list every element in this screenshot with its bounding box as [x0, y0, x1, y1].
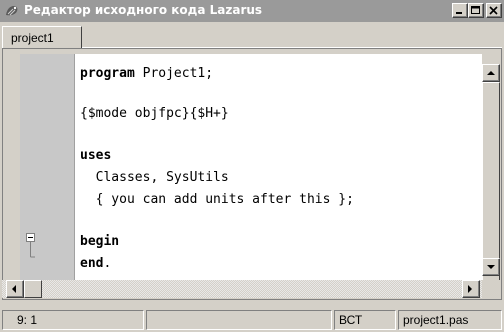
- code-editor[interactable]: program Project1; {$mode objfpc}{$H+} us…: [75, 54, 482, 280]
- minimize-icon: [456, 12, 462, 14]
- code-line-1: program Project1;: [80, 66, 214, 81]
- maximize-icon: [471, 6, 480, 14]
- scroll-right-button[interactable]: [462, 280, 480, 298]
- code-line-10: end.: [80, 256, 112, 271]
- code-line-7: { you can add units after this };: [80, 192, 354, 207]
- tab-strip: project1: [0, 26, 504, 48]
- lazarus-app-icon: [6, 6, 18, 16]
- close-button[interactable]: [486, 3, 502, 18]
- code-line-6: Classes, SysUtils: [80, 170, 229, 185]
- scroll-left-button[interactable]: [6, 280, 24, 298]
- close-icon: [489, 6, 498, 15]
- minimize-button[interactable]: [452, 3, 468, 18]
- arrow-up-icon: [487, 71, 495, 75]
- maximize-button[interactable]: [468, 3, 484, 18]
- title-bar[interactable]: Редактор исходного кода Lazarus: [0, 0, 504, 22]
- horizontal-scrollbar[interactable]: [2, 280, 482, 298]
- scroll-down-button[interactable]: [482, 258, 500, 276]
- scrollbar-corner: [482, 280, 500, 298]
- scroll-up-button[interactable]: [482, 64, 500, 82]
- tab-project1[interactable]: project1: [2, 26, 82, 48]
- insert-mode-indicator: ВСТ: [334, 310, 396, 330]
- window-title: Редактор исходного кода Lazarus: [24, 3, 263, 17]
- code-line-3: {$mode objfpc}{$H+}: [80, 106, 229, 121]
- code-line-5: uses: [80, 148, 112, 163]
- arrow-left-icon: [12, 285, 16, 293]
- modified-indicator: [146, 310, 332, 330]
- status-bar: 9: 1 ВСТ project1.pas: [0, 306, 504, 332]
- code-line-9: begin: [80, 234, 120, 249]
- cursor-position: 9: 1: [2, 310, 144, 330]
- file-name: project1.pas: [398, 310, 502, 330]
- source-editor-window: Редактор исходного кода Lazarus project1…: [0, 0, 504, 332]
- horizontal-scroll-thumb[interactable]: [24, 280, 42, 298]
- fold-collapse-icon[interactable]: [26, 233, 36, 263]
- arrow-down-icon: [487, 265, 495, 269]
- vertical-scrollbar[interactable]: [482, 54, 500, 290]
- arrow-right-icon: [468, 285, 472, 293]
- tab-label: project1: [11, 31, 54, 45]
